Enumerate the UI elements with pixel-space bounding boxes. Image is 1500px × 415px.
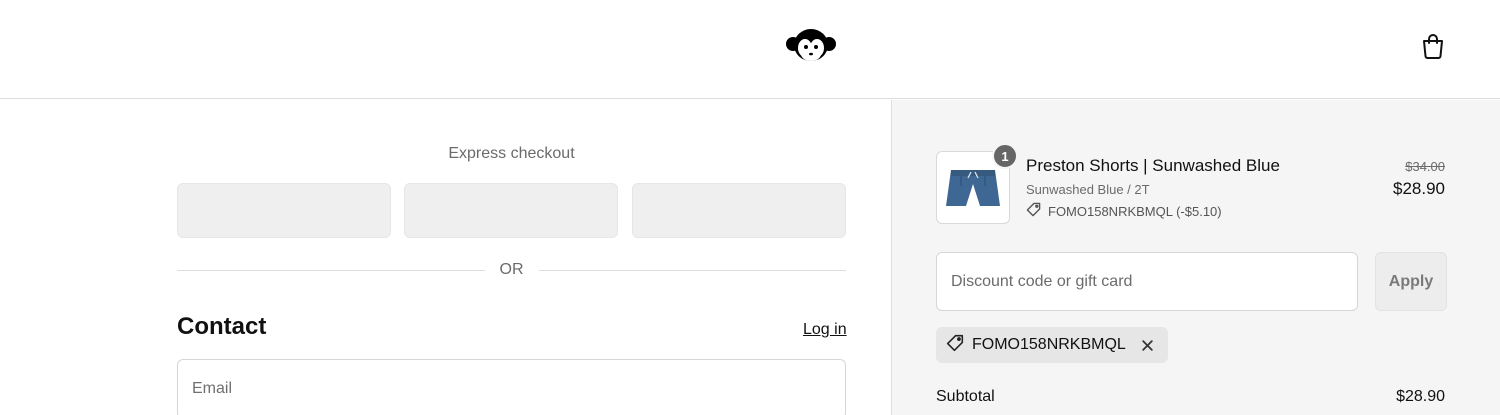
product-discount: FOMO158NRKBMQL (-$5.10) — [1026, 202, 1222, 220]
product-name: Preston Shorts | Sunwashed Blue — [1026, 156, 1280, 175]
product-variant: Sunwashed Blue / 2T — [1026, 182, 1150, 197]
express-checkout-title: Express checkout — [448, 145, 575, 162]
product-discount-label: FOMO158NRKBMQL (-$5.10) — [1048, 203, 1222, 219]
shopping-bag-icon[interactable] — [1419, 32, 1447, 60]
or-divider: OR — [177, 260, 846, 280]
order-summary: 1 Preston Shorts | Sunwashed Blue Sunwas… — [891, 100, 1500, 415]
subtotal-value: $28.90 — [1396, 388, 1445, 405]
applied-code-chip: FOMO158NRKBMQL — [936, 327, 1168, 363]
express-pay-button-2[interactable] — [404, 183, 618, 238]
discount-code-input[interactable] — [936, 252, 1358, 311]
checkout-main: Express checkout OR Contact Log in — [0, 100, 891, 415]
original-price: $34.00 — [1405, 159, 1445, 174]
or-label: OR — [499, 261, 524, 278]
close-icon[interactable] — [1140, 337, 1156, 353]
site-header — [0, 0, 1500, 99]
express-pay-button-3[interactable] — [632, 183, 846, 238]
tag-icon — [946, 334, 964, 357]
express-pay-button-1[interactable] — [177, 183, 391, 238]
email-field[interactable] — [177, 359, 846, 415]
applied-code-label: FOMO158NRKBMQL — [972, 336, 1126, 353]
sale-price: $28.90 — [1393, 179, 1445, 198]
apply-discount-button[interactable]: Apply — [1375, 252, 1447, 311]
login-link[interactable]: Log in — [803, 321, 847, 339]
tag-icon — [1026, 202, 1041, 220]
subtotal-label: Subtotal — [936, 388, 995, 405]
quantity-badge: 1 — [992, 143, 1018, 169]
contact-heading: Contact — [177, 313, 267, 340]
monkey-logo-icon[interactable] — [785, 28, 837, 64]
